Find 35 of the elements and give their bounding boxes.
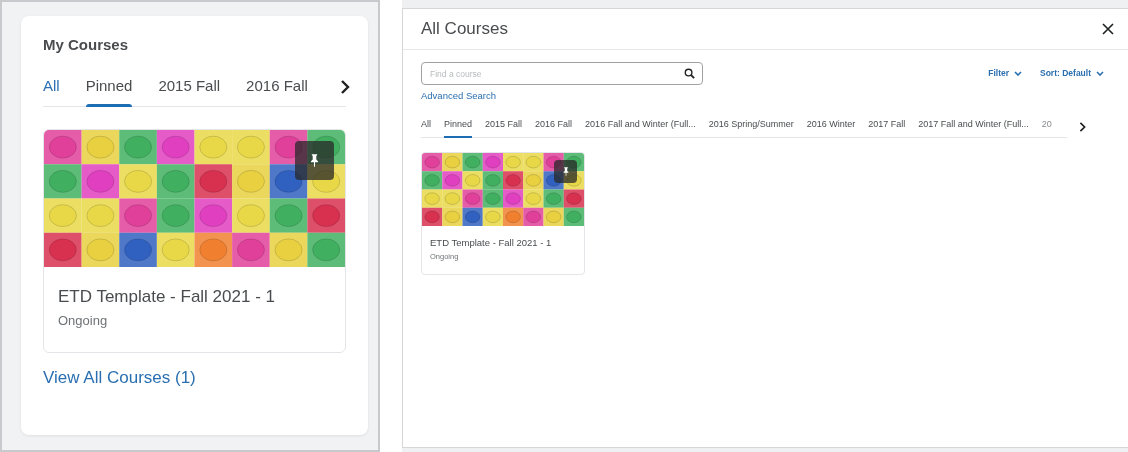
chevron-right-icon[interactable] [1079, 122, 1086, 132]
caret-icon [1096, 70, 1104, 76]
course-name: ETD Template - Fall 2021 - 1 [58, 287, 276, 307]
tab[interactable]: 2016 Spring/Summer [708, 119, 794, 137]
dialog-title: All Courses [421, 19, 508, 39]
tab[interactable]: All [43, 77, 60, 106]
tab[interactable]: 2017 Fall and Winter (Full... [918, 119, 1029, 137]
tab[interactable]: 20 [1041, 119, 1052, 137]
course-status: Ongoing [58, 313, 109, 328]
close-icon[interactable] [1102, 23, 1114, 35]
pin-icon [310, 154, 319, 167]
tab[interactable]: 2016 Winter [806, 119, 856, 137]
tab[interactable]: Pinned [85, 77, 133, 106]
chevron-right-icon[interactable] [339, 80, 350, 94]
widget-title: My Courses [43, 36, 130, 53]
tab[interactable]: Pinned [444, 119, 473, 137]
advanced-search-link[interactable]: Advanced Search [421, 90, 496, 101]
caret-icon [1014, 70, 1022, 76]
pin-icon [562, 167, 569, 176]
search-field[interactable]: Find a course [421, 62, 703, 85]
tab[interactable]: 2017 Fall [868, 119, 906, 137]
tab[interactable]: 2016 Fall [246, 77, 308, 106]
tab[interactable]: 2016 Fall [535, 119, 573, 137]
course-name: ETD Template - Fall 2021 - 1 [430, 237, 553, 248]
tab[interactable]: 2016 Fall and Winter (Full... [585, 119, 696, 137]
filter-dropdown[interactable]: Filter [988, 68, 1022, 78]
view-all-link[interactable]: View All Courses (1) [43, 368, 196, 388]
tab[interactable]: All [421, 119, 431, 137]
pin-button[interactable] [295, 141, 334, 180]
search-icon[interactable] [684, 68, 695, 79]
course-card[interactable]: ETD Template - Fall 2021 - 1 Ongoing [43, 129, 346, 353]
pin-button[interactable] [554, 160, 577, 183]
tab[interactable]: 2015 Fall [158, 77, 221, 106]
tab[interactable]: 2015 Fall [485, 119, 523, 137]
sort-dropdown[interactable]: Sort: Default [1040, 68, 1104, 78]
